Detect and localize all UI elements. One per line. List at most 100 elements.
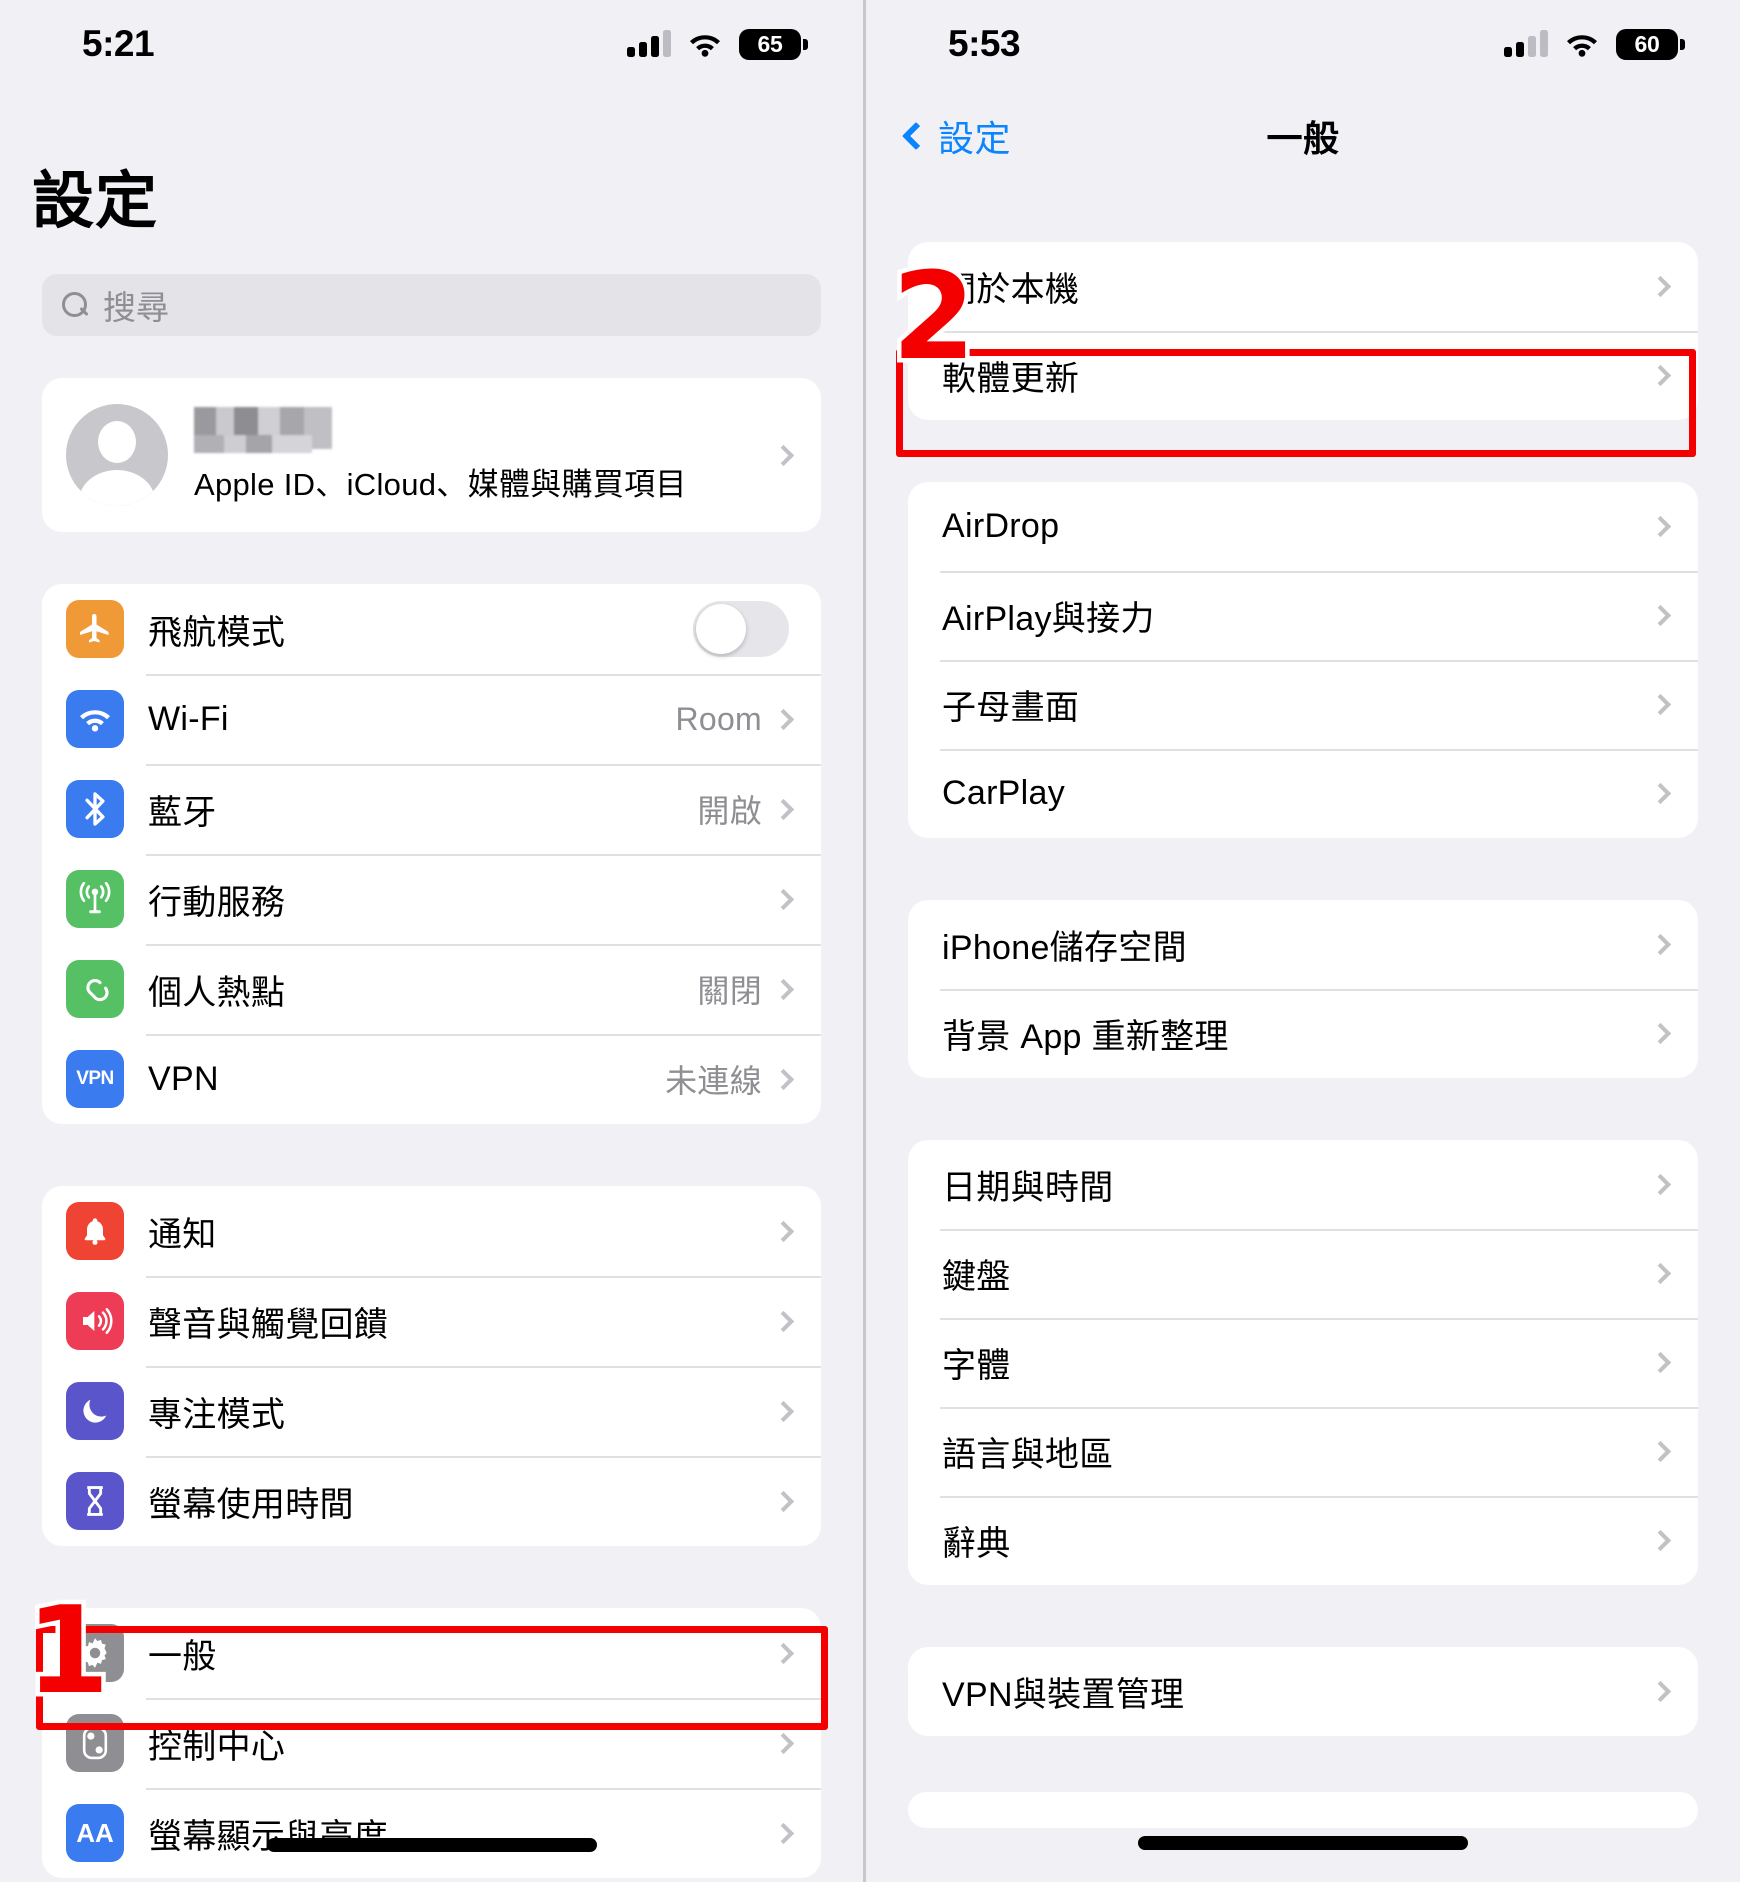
chevron-right-icon [772,1732,795,1754]
row-label: 個人熱點 [148,973,286,1012]
account-name-redacted [194,406,332,453]
gear-icon [66,1624,124,1682]
row-label: 聲音與觸覺回饋 [148,1305,389,1344]
row-picture-in-picture[interactable]: 子母畫面 [908,660,1698,749]
chevron-right-icon [1649,933,1672,956]
row-label: 關於本機 [942,271,1080,309]
row-value: Room [675,700,762,737]
row-airdrop[interactable]: AirDrop [908,482,1698,571]
row-sounds-haptics[interactable]: 聲音與觸覺回饋 [42,1276,821,1366]
row-label: 通知 [148,1215,217,1254]
chevron-right-icon [1649,1351,1672,1374]
row-label: 背景 App 重新整理 [942,1018,1229,1056]
row-cellular[interactable]: 行動服務 [42,854,821,944]
airdrop-group: AirDrop AirPlay與接力 子母畫面 CarPlay [908,482,1698,838]
wifi-icon [688,31,722,57]
chevron-right-icon [772,708,795,730]
row-general[interactable]: 一般 [42,1608,821,1698]
storage-group: iPhone儲存空間 背景 App 重新整理 [908,900,1698,1078]
account-group: Apple ID、iCloud、媒體與購買項目 [42,378,821,532]
speaker-icon [66,1292,124,1350]
row-iphone-storage[interactable]: iPhone儲存空間 [908,900,1698,989]
row-personal-hotspot[interactable]: 個人熱點 關閉 [42,944,821,1034]
status-indicators: 65 [627,28,808,60]
right-phone-screen: 5:53 60 設定 一般 關於本機 軟體更新 AirDrop AirPlay與… [866,0,1740,1882]
nav-bar: 設定 一般 [866,88,1740,184]
row-label: 一般 [148,1637,217,1676]
battery-icon: 65 [739,28,808,60]
chevron-right-icon [1649,782,1672,805]
row-value: 開啟 [697,793,762,829]
row-carplay[interactable]: CarPlay [908,749,1698,838]
row-fonts[interactable]: 字體 [908,1318,1698,1407]
apple-id-row[interactable]: Apple ID、iCloud、媒體與購買項目 [42,378,821,532]
row-airplay-handoff[interactable]: AirPlay與接力 [908,571,1698,660]
hourglass-icon [66,1472,124,1530]
row-label: 飛航模式 [148,613,286,652]
connectivity-group: 飛航模式 Wi-Fi Room 藍牙 開啟 行動服務 個人熱點 關閉 VPN V… [42,584,821,1124]
row-label: AirDrop [942,507,1060,545]
chevron-right-icon [772,1490,795,1512]
row-label: 行動服務 [148,883,286,922]
row-bluetooth[interactable]: 藍牙 開啟 [42,764,821,854]
search-icon [62,291,89,319]
vpn-icon: VPN [66,1050,124,1108]
status-time: 5:53 [948,23,1021,64]
chevron-right-icon [1649,1173,1672,1196]
chevron-right-icon [1649,275,1672,298]
row-screen-time[interactable]: 螢幕使用時間 [42,1456,821,1546]
cellular-signal-icon [1504,30,1548,57]
row-airplane-mode[interactable]: 飛航模式 [42,584,821,674]
row-notifications[interactable]: 通知 [42,1186,821,1276]
row-label: AirPlay與接力 [942,600,1155,638]
row-label: 字體 [942,1347,1011,1385]
nav-title: 一般 [1266,118,1340,159]
chevron-right-icon [772,1822,795,1844]
row-label: VPN [148,1059,219,1098]
row-dictionary[interactable]: 辭典 [908,1496,1698,1585]
airplane-mode-toggle[interactable] [693,601,789,657]
left-phone-screen: 5:21 65 設定 搜尋 Apple ID、iCloud、媒體與購買項目 飛航… [0,0,866,1882]
row-label: 辭典 [942,1525,1011,1563]
row-about[interactable]: 關於本機 [908,242,1698,331]
wifi-icon [66,690,124,748]
row-label: 日期與時間 [942,1169,1114,1207]
search-placeholder: 搜尋 [103,289,169,326]
next-group-partial [908,1792,1698,1828]
row-vpn[interactable]: VPN VPN 未連線 [42,1034,821,1124]
row-wifi[interactable]: Wi-Fi Room [42,674,821,764]
row-label: 軟體更新 [942,360,1080,398]
row-background-app-refresh[interactable]: 背景 App 重新整理 [908,989,1698,1078]
chevron-right-icon [1649,1529,1672,1552]
cellular-icon [66,870,124,928]
account-subtitle: Apple ID、iCloud、媒體與購買項目 [194,466,687,502]
chevron-right-icon [772,1220,795,1242]
chevron-right-icon [772,1400,795,1422]
moon-icon [66,1382,124,1440]
row-label: 藍牙 [148,793,217,832]
row-label: CarPlay [942,774,1066,812]
chevron-right-icon [772,888,795,910]
row-vpn-device-management[interactable]: VPN與裝置管理 [908,1647,1698,1736]
row-keyboard[interactable]: 鍵盤 [908,1229,1698,1318]
datetime-group: 日期與時間 鍵盤 字體 語言與地區 辭典 [908,1140,1698,1585]
row-date-time[interactable]: 日期與時間 [908,1140,1698,1229]
row-label: 控制中心 [148,1727,286,1766]
cellular-signal-icon [627,30,671,57]
airplane-icon [66,600,124,658]
battery-icon: 60 [1616,28,1685,60]
row-focus[interactable]: 專注模式 [42,1366,821,1456]
row-display-brightness[interactable]: AA 螢幕顯示與亮度 [42,1788,821,1878]
row-control-center[interactable]: 控制中心 [42,1698,821,1788]
chevron-right-icon [1649,693,1672,716]
home-indicator [266,1838,597,1852]
row-software-update[interactable]: 軟體更新 [908,331,1698,420]
search-input[interactable]: 搜尋 [42,274,821,336]
row-label: 螢幕使用時間 [148,1485,354,1524]
chevron-right-icon [1649,364,1672,387]
bluetooth-icon [66,780,124,838]
row-label: 專注模式 [148,1395,286,1434]
row-label: 語言與地區 [942,1436,1114,1474]
chevron-right-icon [1649,1440,1672,1463]
row-language-region[interactable]: 語言與地區 [908,1407,1698,1496]
